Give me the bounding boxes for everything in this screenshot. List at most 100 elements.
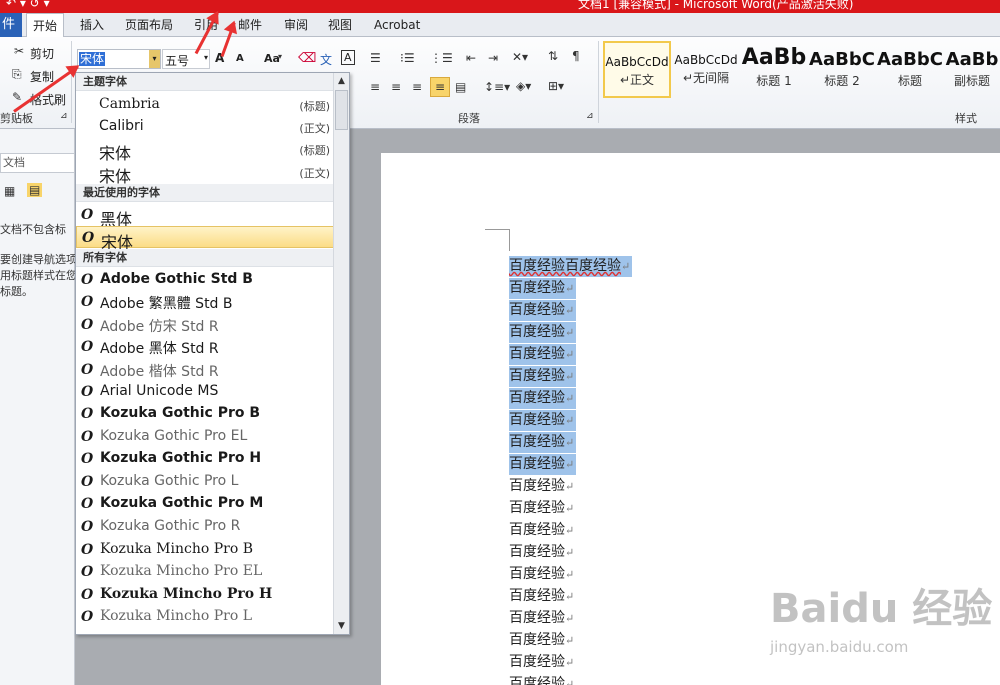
clipboard-launcher-icon[interactable]: ⊿ xyxy=(60,111,68,121)
increase-indent-icon[interactable]: ⇥ xyxy=(488,51,498,65)
doc-line[interactable]: 百度经验↵ xyxy=(509,432,577,453)
shading-icon[interactable]: ◈▾ xyxy=(516,79,531,93)
style-title[interactable]: AaBbC 标题 xyxy=(876,41,944,98)
doc-line[interactable]: 百度经验百度经验↵ xyxy=(509,256,633,277)
scroll-thumb[interactable] xyxy=(335,90,348,130)
chevron-down-icon[interactable]: ▾ xyxy=(149,50,160,68)
font-option[interactable]: O Adobe 仿宋 Std R xyxy=(76,314,334,336)
tab-mailings[interactable]: 邮件 xyxy=(238,13,262,37)
style-heading-2[interactable]: AaBbC 标题 2 xyxy=(808,41,876,98)
style-no-spacing[interactable]: AaBbCcDd ↵无间隔 xyxy=(672,41,740,98)
line-spacing-icon[interactable]: ↕≡▾ xyxy=(484,80,510,94)
doc-line[interactable]: 百度经验↵ xyxy=(509,542,574,563)
search-input[interactable]: 文档 xyxy=(0,153,75,173)
sort-icon[interactable]: ⇅ xyxy=(548,49,558,63)
scroll-up-icon[interactable]: ▲ xyxy=(334,73,349,89)
tab-home[interactable]: 开始 xyxy=(26,13,65,38)
doc-line-text: 百度经验 xyxy=(509,368,565,384)
font-option[interactable]: O Kozuka Gothic Pro H xyxy=(76,448,334,470)
clear-formatting-icon[interactable]: ⌫ xyxy=(298,51,316,66)
font-option[interactable]: O Adobe Gothic Std B xyxy=(76,269,334,291)
font-option[interactable]: O 黑体 xyxy=(76,204,334,229)
phonetic-guide-button[interactable]: 文 xyxy=(320,51,332,68)
character-border-button[interactable]: A xyxy=(341,50,355,65)
doc-line[interactable]: 百度经验↵ xyxy=(509,344,577,365)
font-option[interactable]: 宋体 (标题) xyxy=(76,138,334,163)
headings-view-icon[interactable]: ▦ xyxy=(4,184,15,198)
decrease-indent-icon[interactable]: ⇤ xyxy=(466,51,476,65)
font-option[interactable]: O Adobe 繁黑體 Std B xyxy=(76,291,334,313)
doc-line[interactable]: 百度经验↵ xyxy=(509,278,577,299)
numbering-icon[interactable]: ⁝☰ xyxy=(400,51,415,65)
font-name-value[interactable]: 宋体 xyxy=(79,52,106,66)
paragraph-launcher-icon[interactable]: ⊿ xyxy=(586,111,594,121)
doc-line[interactable]: 百度经验↵ xyxy=(509,564,574,585)
tab-view[interactable]: 视图 xyxy=(328,13,352,37)
font-option-hovered[interactable]: O 宋体 xyxy=(76,226,334,252)
font-option[interactable]: O Kozuka Gothic Pro EL xyxy=(76,426,334,448)
font-option[interactable]: O Kozuka Mincho Pro H xyxy=(76,584,334,606)
tab-review[interactable]: 审阅 xyxy=(284,13,308,37)
font-size-value[interactable]: 五号 xyxy=(165,52,189,69)
font-option[interactable]: O Kozuka Mincho Pro B xyxy=(76,539,334,561)
borders-icon[interactable]: ⊞▾ xyxy=(548,79,564,93)
chinese-layout-icon[interactable]: ✕▾ xyxy=(512,50,528,64)
doc-line[interactable]: 百度经验↵ xyxy=(509,410,577,431)
doc-line-text: 百度经验 xyxy=(509,390,565,406)
multilevel-list-icon[interactable]: ⋮☰ xyxy=(430,51,453,65)
font-option[interactable]: 宋体 (正文) xyxy=(76,161,334,186)
doc-line[interactable]: 百度经验↵ xyxy=(509,476,574,497)
tab-page-layout[interactable]: 页面布局 xyxy=(125,13,173,37)
tab-acrobat[interactable]: Acrobat xyxy=(374,13,420,37)
doc-line[interactable]: 百度经验↵ xyxy=(509,300,577,321)
pages-view-icon[interactable]: ▤ xyxy=(27,183,43,197)
doc-line[interactable]: 百度经验↵ xyxy=(509,652,574,673)
doc-line-text: 百度经验 xyxy=(509,456,565,472)
font-option[interactable]: Calibri (正文) xyxy=(76,116,334,138)
font-option[interactable]: O Kozuka Mincho Pro EL xyxy=(76,561,334,583)
font-option[interactable]: O Adobe 楷体 Std R xyxy=(76,359,334,381)
tab-file[interactable]: 件 xyxy=(0,13,22,37)
doc-line[interactable]: 百度经验↵ xyxy=(509,388,577,409)
distributed-icon[interactable]: ▤ xyxy=(455,80,466,94)
doc-line[interactable]: 百度经验↵ xyxy=(509,322,577,343)
tab-insert[interactable]: 插入 xyxy=(80,13,104,37)
doc-line[interactable]: 百度经验↵ xyxy=(509,674,574,685)
font-option[interactable]: O Kozuka Gothic Pro R xyxy=(76,516,334,538)
quick-access-toolbar[interactable]: ↶ ▾ ↺ ▾ xyxy=(6,0,50,10)
doc-line[interactable]: 百度经验↵ xyxy=(509,586,574,607)
align-left-icon[interactable]: ≡ xyxy=(370,80,380,94)
doc-line[interactable]: 百度经验↵ xyxy=(509,366,577,387)
chevron-down-icon[interactable]: ▾ xyxy=(204,53,208,62)
doc-line[interactable]: 百度经验↵ xyxy=(509,498,574,519)
doc-line[interactable]: 百度经验↵ xyxy=(509,630,574,651)
font-name-combobox[interactable]: 宋体 ▾ xyxy=(77,49,161,69)
dropdown-scrollbar[interactable]: ▲ ▼ xyxy=(333,73,349,634)
font-option[interactable]: Cambria (标题) xyxy=(76,94,334,116)
align-right-icon[interactable]: ≡ xyxy=(412,80,422,94)
font-option[interactable]: O Kozuka Gothic Pro B xyxy=(76,403,334,425)
cut-button[interactable]: 剪切 xyxy=(30,45,54,62)
font-option[interactable]: O Arial Unicode MS xyxy=(76,381,334,403)
doc-line[interactable]: 百度经验↵ xyxy=(509,520,574,541)
style-normal[interactable]: AaBbCcDd ↵正文 xyxy=(603,41,671,98)
font-size-combobox[interactable]: 五号 ▾ xyxy=(162,49,210,69)
truetype-icon: O xyxy=(81,272,94,288)
doc-line[interactable]: 百度经验↵ xyxy=(509,608,574,629)
shrink-font-button[interactable]: A xyxy=(236,53,244,64)
justify-icon[interactable]: ≡ xyxy=(430,77,450,97)
align-center-icon[interactable]: ≡ xyxy=(391,80,401,94)
bullets-icon[interactable]: ☰ xyxy=(370,51,381,65)
font-option[interactable]: O Kozuka Mincho Pro L xyxy=(76,606,334,628)
scroll-down-icon[interactable]: ▼ xyxy=(334,618,349,634)
doc-line[interactable]: 百度经验↵ xyxy=(509,454,577,475)
show-marks-icon[interactable]: ¶ xyxy=(572,49,580,63)
font-option[interactable]: O Kozuka Gothic Pro M xyxy=(76,493,334,515)
font-option[interactable]: O Adobe 黑体 Std R xyxy=(76,336,334,358)
copy-button[interactable]: 复制 xyxy=(30,68,54,85)
style-heading-1[interactable]: AaBb 标题 1 xyxy=(740,41,808,98)
font-option[interactable]: O Kozuka Gothic Pro L xyxy=(76,471,334,493)
style-subtitle[interactable]: AaBb 副标题 xyxy=(944,41,1000,98)
font-dropdown-list[interactable]: 主题字体 Cambria (标题) Calibri (正文) 宋体 (标题) 宋… xyxy=(75,72,350,635)
chevron-down-icon[interactable]: ▾ xyxy=(278,52,282,61)
